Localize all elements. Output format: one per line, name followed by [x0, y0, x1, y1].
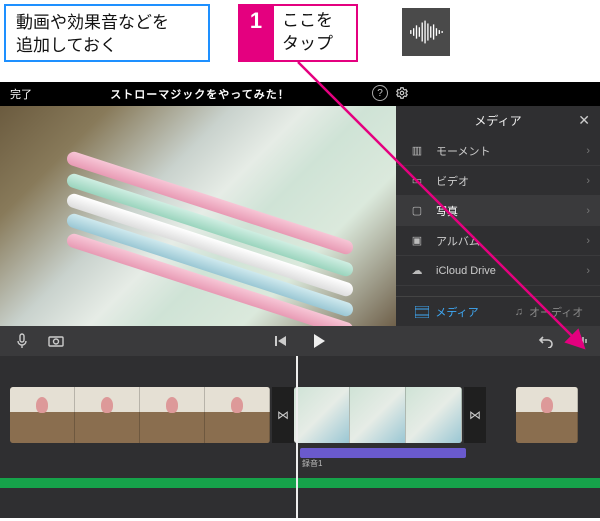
media-panel-title: メディア [474, 112, 521, 129]
waveform-icon [402, 8, 450, 56]
chevron-right-icon: › [586, 205, 590, 217]
step-text: ここを タップ [274, 4, 358, 62]
media-item-album[interactable]: ▣ アルバム › [396, 226, 600, 256]
transport-bar [0, 326, 600, 356]
video-clip[interactable] [294, 387, 462, 443]
cloud-icon: ☁ [408, 264, 426, 277]
tab-audio[interactable]: ♫ オーディオ [498, 297, 600, 326]
chevron-right-icon: › [586, 235, 590, 247]
voiceover-clip-label: 録音1 [302, 458, 322, 469]
timeline[interactable]: ⋈ ⋈ 録音1 [0, 356, 600, 518]
media-tabs: メディア ♫ オーディオ [396, 296, 600, 326]
video-clip[interactable] [10, 387, 270, 443]
tab-media[interactable]: メディア [396, 297, 498, 326]
media-item-label: iCloud Drive [436, 265, 496, 277]
chevron-right-icon: › [586, 145, 590, 157]
chevron-right-icon: › [586, 175, 590, 187]
undo-button[interactable] [538, 333, 554, 349]
close-icon[interactable]: ✕ [578, 112, 590, 129]
help-button[interactable]: ? [372, 85, 388, 101]
video-icon: ▭ [408, 174, 426, 187]
video-preview[interactable] [0, 106, 396, 326]
filmstrip-icon [415, 306, 429, 318]
step-callout: 1 ここを タップ [238, 4, 358, 62]
tab-audio-label: オーディオ [529, 304, 583, 320]
video-clip[interactable] [516, 387, 578, 443]
instruction-note: 動画や効果音などを 追加しておく [4, 4, 210, 62]
media-item-label: ビデオ [436, 173, 469, 189]
playhead[interactable] [296, 356, 298, 518]
audio-waveform-button[interactable] [572, 333, 588, 349]
media-panel: メディア ✕ ▥ モーメント › ▭ ビデオ › ▢ [396, 106, 600, 326]
transition-icon[interactable]: ⋈ [464, 387, 486, 443]
media-item-photo[interactable]: ▢ 写真 › [396, 196, 600, 226]
media-item-video[interactable]: ▭ ビデオ › [396, 166, 600, 196]
settings-button[interactable] [394, 85, 410, 101]
music-note-icon: ♫ [515, 306, 523, 318]
album-icon: ▣ [408, 234, 426, 247]
microphone-button[interactable] [14, 333, 30, 349]
moments-icon: ▥ [408, 144, 426, 157]
media-item-moments[interactable]: ▥ モーメント › [396, 136, 600, 166]
play-button[interactable] [311, 333, 327, 349]
media-item-label: アルバム [436, 233, 480, 249]
media-panel-header: メディア ✕ [396, 106, 600, 134]
background-audio-track[interactable] [0, 478, 600, 488]
media-item-label: モーメント [436, 143, 491, 159]
media-item-label: 写真 [436, 203, 458, 219]
tab-media-label: メディア [435, 304, 478, 320]
instruction-note-text: 動画や効果音などを 追加しておく [16, 13, 169, 55]
project-title: ストローマジックをやってみた！ [0, 86, 400, 102]
titlebar: 完了 ストローマジックをやってみた！ ? [0, 82, 600, 106]
chevron-right-icon: › [586, 265, 590, 277]
imovie-app: 完了 ストローマジックをやってみた！ ? メディア ✕ ▥ モーメント [0, 82, 600, 518]
video-track[interactable]: ⋈ ⋈ [0, 384, 600, 446]
media-category-list: ▥ モーメント › ▭ ビデオ › ▢ 写真 › ▣ [396, 134, 600, 296]
transition-icon[interactable]: ⋈ [272, 387, 294, 443]
skip-back-button[interactable] [273, 333, 289, 349]
photo-icon: ▢ [408, 204, 426, 217]
step-number: 1 [238, 4, 274, 62]
camera-button[interactable] [48, 333, 64, 349]
media-item-icloud[interactable]: ☁ iCloud Drive › [396, 256, 600, 286]
voiceover-clip[interactable] [300, 448, 466, 458]
